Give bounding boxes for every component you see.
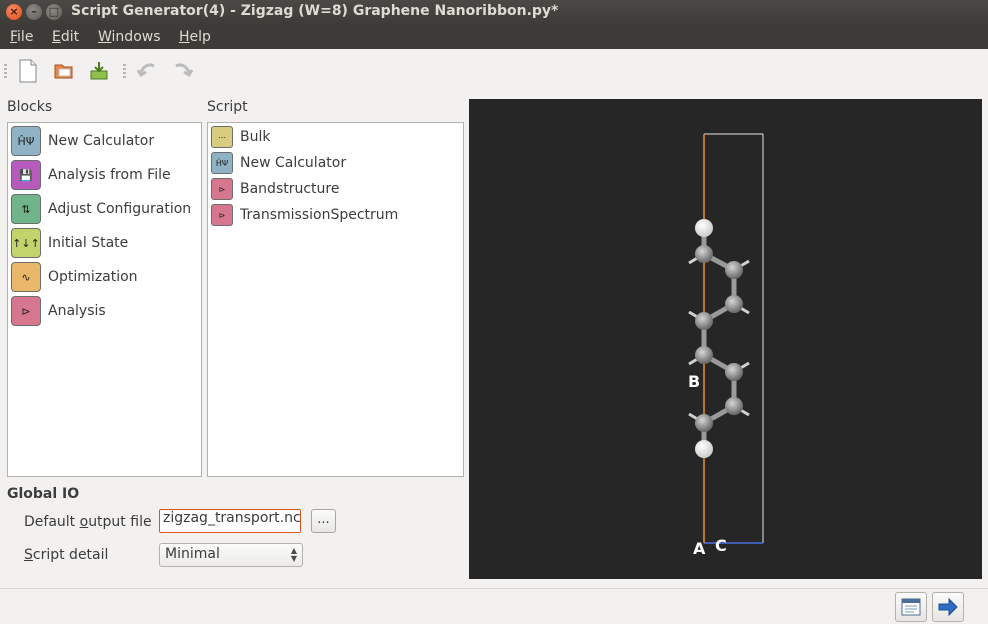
adjust-config-icon: ⇅ [11, 194, 41, 224]
output-file-input[interactable]: zigzag_transport.nc [159, 509, 301, 533]
bandstructure-icon: ⊳ [211, 178, 233, 200]
script-item-label: Bandstructure [240, 181, 340, 197]
maximize-window-button[interactable]: □ [46, 4, 62, 20]
block-label: Optimization [48, 269, 138, 285]
analysis-file-icon: 💾 [11, 160, 41, 190]
block-analysis[interactable]: ⊳ Analysis [11, 295, 106, 327]
undo-icon[interactable] [134, 58, 160, 84]
block-label: Adjust Configuration [48, 201, 192, 217]
script-item-transmission-spectrum[interactable]: ⊳ TransmissionSpectrum [211, 203, 398, 227]
initial-state-icon: ↑↓↑ [11, 228, 41, 258]
menu-file[interactable]: File [10, 29, 33, 45]
menu-windows[interactable]: Windows [98, 29, 161, 45]
transmission-icon: ⊳ [211, 204, 233, 226]
script-item-bandstructure[interactable]: ⊳ Bandstructure [211, 177, 339, 201]
block-analysis-from-file[interactable]: 💾 Analysis from File [11, 159, 171, 191]
toolbar-grip[interactable] [4, 64, 7, 78]
close-window-button[interactable]: × [6, 4, 22, 20]
menu-help[interactable]: Help [179, 29, 211, 45]
output-file-label: Default output file [24, 514, 152, 530]
menu-edit[interactable]: Edit [52, 29, 79, 45]
axis-label-b: B [688, 372, 700, 391]
block-label: Initial State [48, 235, 129, 251]
script-item-bulk[interactable]: ⋯ Bulk [211, 125, 270, 149]
block-initial-state[interactable]: ↑↓↑ Initial State [11, 227, 128, 259]
calculator-icon: ĤΨ [211, 152, 233, 174]
bulk-icon: ⋯ [211, 126, 233, 148]
new-file-icon[interactable] [15, 58, 41, 84]
blocks-heading: Blocks [7, 99, 53, 115]
script-list[interactable]: ⋯ Bulk ĤΨ New Calculator ⊳ Bandstructure… [207, 122, 464, 477]
title-bar: × – □ Script Generator(4) - Zigzag (W=8)… [0, 0, 988, 25]
spinner-arrows-icon: ▲ ▼ [290, 546, 297, 563]
script-view-icon [901, 598, 921, 616]
axis-label-a: A [693, 539, 706, 558]
browse-button[interactable]: ... [311, 509, 336, 533]
script-detail-label: Script detail [24, 547, 109, 563]
block-label: Analysis from File [48, 167, 171, 183]
script-detail-select[interactable]: Minimal ▲ ▼ [159, 543, 303, 567]
block-optimization[interactable]: ∿ Optimization [11, 261, 138, 293]
menu-bar: File Edit Windows Help [0, 25, 988, 49]
window-title: Script Generator(4) - Zigzag (W=8) Graph… [71, 3, 559, 19]
hydrogen-stubs [688, 252, 750, 425]
script-heading: Script [207, 99, 248, 115]
toolbar-separator [123, 64, 126, 78]
global-io-heading: Global IO [7, 486, 80, 502]
structure-viewer[interactable]: B A C [469, 99, 982, 579]
open-folder-icon[interactable] [51, 58, 77, 84]
block-new-calculator[interactable]: ĤΨ New Calculator [11, 125, 154, 157]
script-item-label: Bulk [240, 129, 271, 145]
send-to-editor-button[interactable] [932, 592, 964, 622]
optimization-icon: ∿ [11, 262, 41, 292]
unit-cell [703, 133, 764, 544]
script-view-button[interactable] [895, 592, 927, 622]
analysis-icon: ⊳ [11, 296, 41, 326]
script-item-label: New Calculator [240, 155, 347, 171]
script-item-label: TransmissionSpectrum [240, 207, 399, 223]
toolbar [0, 51, 988, 91]
redo-icon[interactable] [170, 58, 196, 84]
script-detail-value: Minimal [165, 546, 220, 562]
bottom-bar [0, 588, 988, 624]
save-download-icon[interactable] [86, 58, 112, 84]
script-item-new-calculator[interactable]: ĤΨ New Calculator [211, 151, 346, 175]
block-adjust-configuration[interactable]: ⇅ Adjust Configuration [11, 193, 191, 225]
blocks-list[interactable]: ĤΨ New Calculator 💾 Analysis from File ⇅… [7, 122, 202, 477]
calculator-icon: ĤΨ [11, 126, 41, 156]
send-to-editor-icon [938, 597, 958, 617]
block-label: Analysis [48, 303, 106, 319]
axis-label-c: C [715, 536, 727, 555]
minimize-window-button[interactable]: – [26, 4, 42, 20]
block-label: New Calculator [48, 133, 155, 149]
